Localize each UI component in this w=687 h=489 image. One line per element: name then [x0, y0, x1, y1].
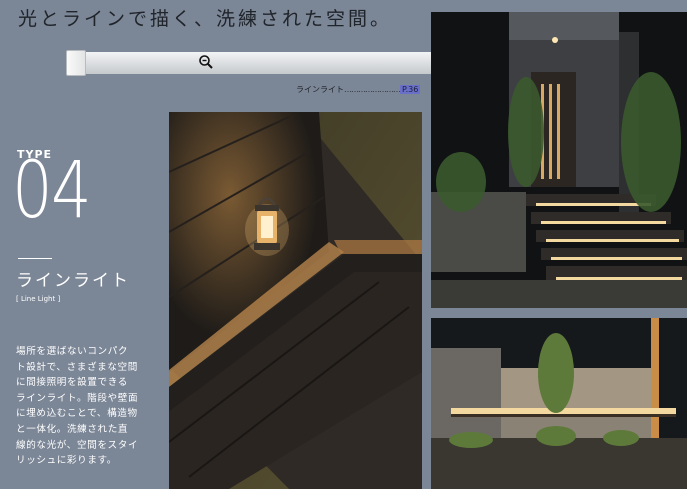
description-line: と一体化。洗練された直 — [16, 423, 129, 435]
page-reference-number[interactable]: P.36 — [400, 85, 421, 94]
type-divider — [18, 258, 52, 259]
product-name-english: [ Line Light ] — [16, 295, 61, 303]
description-line: リッシュに彩ります。 — [16, 455, 117, 467]
lit-garden-wall-photo — [431, 318, 687, 489]
deck-with-lantern-photo — [169, 112, 422, 489]
description-line: ラインライト。階段や壁面 — [16, 392, 139, 404]
description-line: ト設計で、さまざまな空間 — [16, 361, 138, 373]
page-reference-dots: …………………… — [344, 85, 401, 94]
zoom-icon[interactable] — [198, 54, 214, 70]
line-light-end-cap — [66, 50, 86, 76]
product-name: ラインライト — [16, 271, 130, 291]
description-line: に間接照明を設置できる — [16, 377, 128, 389]
page-reference-label: ラインライト — [296, 85, 344, 94]
page-headline: 光とラインで描く、洗練された空間。 — [18, 8, 393, 30]
line-light-product-image — [66, 52, 431, 74]
description-line: 線的な光が、空間をスタイ — [16, 439, 139, 451]
page-reference[interactable]: ラインライト…………………… P.36 — [296, 84, 421, 95]
lit-stairs-entrance-photo — [431, 12, 687, 308]
description-line: に埋め込むことで、構造物 — [16, 408, 138, 420]
description-line: 場所を選ばないコンパク — [16, 346, 129, 357]
product-description: 場所を選ばないコンパク ト設計で、さまざまな空間 に間接照明を設置できる ライン… — [16, 344, 158, 469]
type-number: 04 — [12, 146, 92, 236]
